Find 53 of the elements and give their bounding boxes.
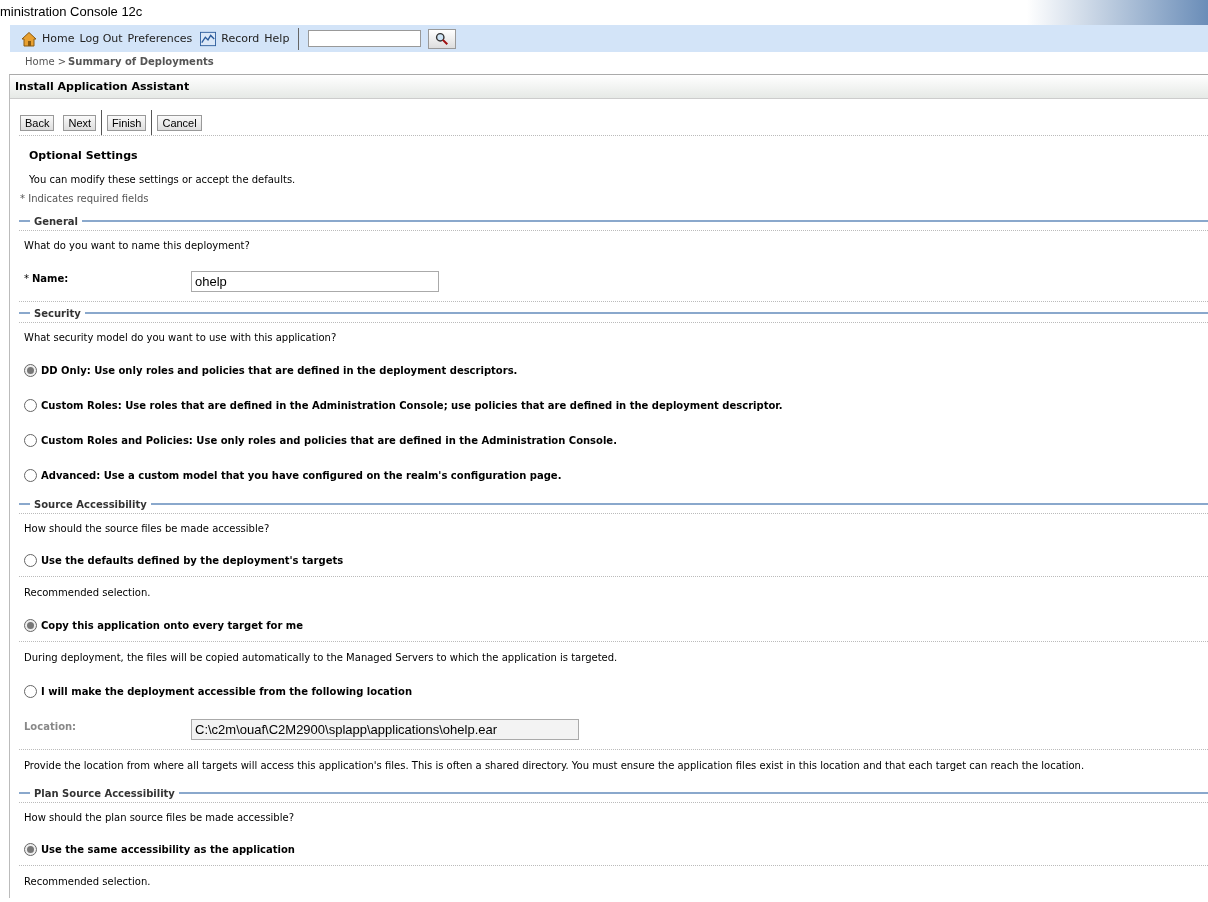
toolbar-link[interactable]: Help: [264, 32, 290, 45]
radio-button[interactable]: [24, 364, 37, 377]
radio-button[interactable]: [24, 618, 37, 632]
radio-label[interactable]: Use the defaults defined by the deployment's targets: [41, 554, 344, 566]
field-label: Name:: [32, 272, 69, 284]
breadcrumb-current: Summary of Deployments: [68, 55, 214, 67]
help-text: Recommended selection.: [23, 875, 152, 889]
help-text: Recommended selection.: [23, 586, 152, 600]
toolbar-link[interactable]: Preferences: [127, 32, 193, 45]
radio-button[interactable]: [24, 434, 37, 447]
required-asterisk: *: [24, 272, 29, 284]
section-question: How should the plan source files be made accessible?: [23, 811, 295, 825]
section-title: General: [33, 215, 79, 227]
radio-button[interactable]: [24, 553, 37, 567]
section-question: How should the source files be made accessible?: [23, 522, 271, 536]
section-question: What security model do you want to use with this application?: [23, 331, 338, 345]
help-text: During deployment, the files will be copied automatically to the Managed Servers to which the application is targeted.: [23, 651, 619, 665]
search-field[interactable]: [308, 30, 422, 47]
wizard-button[interactable]: Back: [20, 114, 55, 131]
section-question: What do you want to name this deployment?: [23, 239, 251, 253]
section-title: Source Accessibility: [33, 498, 148, 510]
radio-label[interactable]: Use the same accessibility as the application: [41, 843, 295, 855]
radio-label[interactable]: Custom Roles: Use roles that are defined in the Administration Console; use policies that are defined in the deployment descriptor.: [41, 400, 783, 411]
search-icon: [435, 31, 450, 46]
home-icon[interactable]: [21, 30, 37, 47]
wizard-button[interactable]: Next: [63, 114, 97, 131]
window-title: ministration Console 12c: [0, 4, 143, 19]
toolbar-link[interactable]: Home: [42, 32, 75, 45]
section-title: Plan Source Accessibility: [33, 787, 176, 799]
section-title: Security: [33, 307, 82, 319]
page-heading: Optional Settings: [28, 148, 139, 164]
wizard-button[interactable]: Finish: [107, 114, 147, 131]
radio-button[interactable]: [24, 469, 37, 482]
breadcrumb-link[interactable]: Home >: [25, 55, 67, 67]
search-button[interactable]: [428, 28, 457, 49]
radio-button[interactable]: [24, 685, 37, 698]
description: You can modify these settings or accept the defaults.: [28, 173, 297, 187]
panel-title: Install Application Assistant: [15, 80, 190, 93]
toolbar-link[interactable]: Log Out: [79, 32, 123, 45]
toolbar-link[interactable]: Record: [221, 32, 260, 45]
field-label: Location:: [24, 720, 77, 732]
radio-label[interactable]: DD Only: Use only roles and policies that are defined in the deployment descriptors.: [41, 365, 518, 376]
radio-label[interactable]: Custom Roles and Policies: Use only roles and policies that are defined in the Administration Console.: [41, 435, 617, 446]
radio-button[interactable]: [24, 842, 37, 856]
wizard-button[interactable]: Cancel: [157, 114, 202, 131]
radio-label[interactable]: I will make the deployment accessible from the following location: [41, 686, 412, 697]
chart-icon[interactable]: [200, 30, 217, 47]
radio-label[interactable]: Advanced: Use a custom model that you have configured on the realm's configuration page.: [41, 470, 562, 481]
required-note: * Indicates required fields: [19, 192, 150, 206]
help-text: Provide the location from where all targets will access this application's files. This is often a shared directory. You must ensure the application files exist in this location and that each target can reach the location.: [23, 759, 1086, 773]
radio-label[interactable]: Copy this application onto every target for me: [41, 619, 304, 631]
text-field[interactable]: ohelp: [191, 270, 439, 292]
radio-button[interactable]: [24, 399, 37, 412]
